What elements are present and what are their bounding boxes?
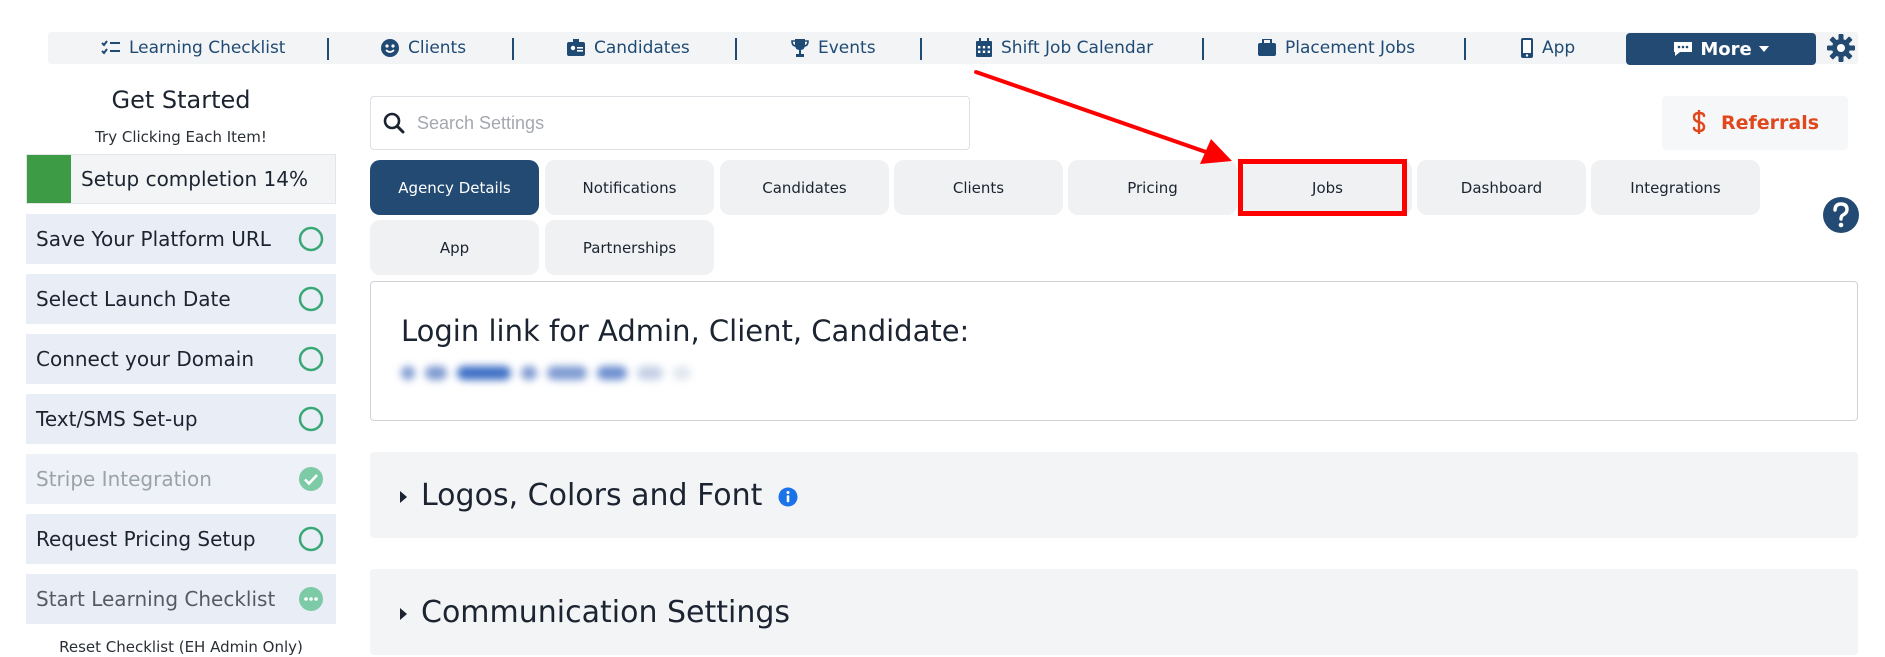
nav-divider xyxy=(735,38,737,60)
get-started-subtitle: Try Clicking Each Item! xyxy=(95,128,267,146)
referrals-label: Referrals xyxy=(1720,112,1820,134)
checklist-item-domain[interactable]: Connect your Domain xyxy=(26,334,336,384)
setup-progress-label: Setup completion 14% xyxy=(81,167,308,191)
section-communication-settings[interactable]: Communication Settings xyxy=(370,569,1858,655)
login-link-card: Login link for Admin, Client, Candidate: xyxy=(370,281,1858,421)
checklist-item-label: Connect your Domain xyxy=(36,347,254,371)
login-link-title: Login link for Admin, Client, Candidate: xyxy=(401,314,970,348)
tab-candidates[interactable]: Candidates xyxy=(720,160,889,215)
caret-down-icon xyxy=(1758,46,1769,52)
open-circle-icon xyxy=(298,526,324,552)
checklist-item-label: Select Launch Date xyxy=(36,287,231,311)
dollar-icon xyxy=(1692,110,1706,134)
nav-candidates[interactable]: Candidates xyxy=(566,32,690,64)
setup-progress-fill xyxy=(27,155,71,203)
nav-events[interactable]: Events xyxy=(790,32,876,64)
nav-divider xyxy=(1202,38,1204,60)
gear-icon[interactable] xyxy=(1826,33,1856,63)
nav-label: Events xyxy=(818,38,876,58)
briefcase-icon xyxy=(1258,39,1276,56)
nav-app[interactable]: App xyxy=(1520,32,1575,64)
nav-placement-jobs[interactable]: Placement Jobs xyxy=(1257,32,1415,64)
nav-label: Candidates xyxy=(594,38,690,58)
tab-notifications[interactable]: Notifications xyxy=(545,160,714,215)
open-circle-icon xyxy=(298,346,324,372)
phone-icon xyxy=(1521,38,1533,58)
caret-right-icon xyxy=(400,491,407,503)
nav-shift-job-calendar[interactable]: Shift Job Calendar xyxy=(975,32,1153,64)
referrals-button[interactable]: Referrals xyxy=(1662,96,1848,150)
checklist-item-learning[interactable]: Start Learning Checklist xyxy=(26,574,336,624)
tab-jobs[interactable]: Jobs xyxy=(1243,160,1412,215)
tab-integrations[interactable]: Integrations xyxy=(1591,160,1760,215)
tab-clients[interactable]: Clients xyxy=(894,160,1063,215)
login-link-redacted[interactable] xyxy=(401,366,691,380)
section-title: Communication Settings xyxy=(421,594,791,630)
get-started-title: Get Started xyxy=(111,86,251,114)
section-logos-colors-font[interactable]: Logos, Colors and Font xyxy=(370,452,1858,538)
checklist-item-label: Request Pricing Setup xyxy=(36,527,256,551)
open-circle-icon xyxy=(298,406,324,432)
tab-dashboard[interactable]: Dashboard xyxy=(1417,160,1586,215)
checklist-item-stripe[interactable]: Stripe Integration xyxy=(26,454,336,504)
tab-app[interactable]: App xyxy=(370,220,539,275)
calendar-icon xyxy=(976,38,992,57)
nav-learning-checklist[interactable]: Learning Checklist xyxy=(101,32,285,64)
caret-right-icon xyxy=(400,608,407,620)
checklist-item-pricing[interactable]: Request Pricing Setup xyxy=(26,514,336,564)
checklist-item-label: Text/SMS Set-up xyxy=(36,407,198,431)
search-input[interactable] xyxy=(417,112,937,134)
setup-progress: Setup completion 14% xyxy=(26,154,336,204)
nav-divider xyxy=(327,38,329,60)
user-circle-icon xyxy=(381,39,399,57)
nav-divider xyxy=(1464,38,1466,60)
nav-label: Placement Jobs xyxy=(1285,38,1416,58)
nav-clients[interactable]: Clients xyxy=(380,32,466,64)
nav-divider xyxy=(512,38,514,60)
section-title: Logos, Colors and Font xyxy=(421,477,763,513)
checklist-item-label: Stripe Integration xyxy=(36,467,212,491)
open-circle-icon xyxy=(298,286,324,312)
more-menu-button[interactable]: More xyxy=(1626,33,1816,65)
checklist-item-label: Save Your Platform URL xyxy=(36,227,271,251)
checklist-item-launch-date[interactable]: Select Launch Date xyxy=(26,274,336,324)
checklist-item-sms[interactable]: Text/SMS Set-up xyxy=(26,394,336,444)
id-badge-icon xyxy=(567,39,585,56)
tab-partnerships[interactable]: Partnerships xyxy=(545,220,714,275)
top-nav xyxy=(48,32,1858,64)
tab-agency-details[interactable]: Agency Details xyxy=(370,160,539,215)
checklist-item-platform-url[interactable]: Save Your Platform URL xyxy=(26,214,336,264)
open-circle-icon xyxy=(298,226,324,252)
nav-label: Clients xyxy=(408,38,467,58)
ellipsis-circle-icon xyxy=(299,587,323,611)
check-circle-icon xyxy=(299,467,323,491)
info-icon[interactable] xyxy=(778,487,798,507)
tab-pricing[interactable]: Pricing xyxy=(1068,160,1237,215)
nav-label: Shift Job Calendar xyxy=(1001,38,1154,58)
reset-checklist-link[interactable]: Reset Checklist (EH Admin Only) xyxy=(26,638,336,656)
checklist-item-label: Start Learning Checklist xyxy=(36,587,276,611)
search-icon xyxy=(383,112,405,134)
nav-label: Learning Checklist xyxy=(129,38,286,58)
nav-divider xyxy=(920,38,922,60)
checklist-icon xyxy=(101,40,120,55)
nav-label: App xyxy=(1542,38,1576,58)
search-settings xyxy=(370,96,970,150)
more-label: More xyxy=(1700,38,1752,60)
trophy-icon xyxy=(791,39,809,57)
help-icon[interactable] xyxy=(1822,196,1860,234)
message-icon xyxy=(1674,42,1693,56)
